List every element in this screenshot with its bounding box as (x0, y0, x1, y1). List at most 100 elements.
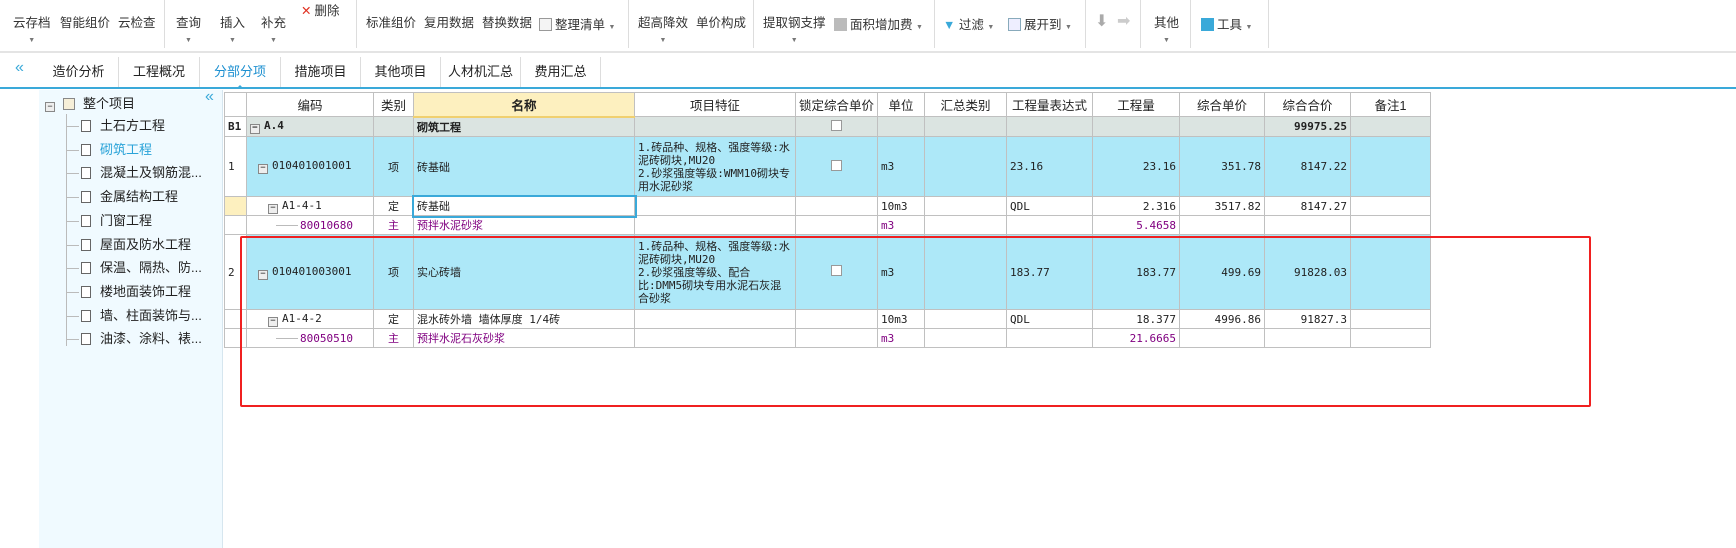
cell[interactable] (924, 116, 1008, 137)
lock-cell[interactable] (794, 309, 879, 329)
summary-type-cell[interactable] (924, 309, 1008, 329)
smart-price-button[interactable]: 智能组价 (60, 12, 110, 31)
quantity-cell[interactable]: 18.377 (1092, 309, 1181, 329)
remark-cell[interactable] (1350, 136, 1432, 197)
section-row[interactable]: B1− A.4 砌筑工程 99975.25 (224, 116, 1432, 137)
column-header[interactable]: 类别 (373, 92, 414, 117)
tools-button[interactable]: 工具 ▼ (1201, 14, 1252, 33)
tree-root[interactable]: − 整个项目 (45, 93, 135, 115)
column-header[interactable]: 编码 (246, 92, 374, 117)
column-header[interactable]: 备注1 (1350, 92, 1432, 117)
cloud-save-button[interactable]: 云存档 ▼ (13, 12, 51, 44)
remark-cell[interactable] (1350, 215, 1432, 235)
lock-cell[interactable] (794, 196, 879, 216)
type-cell[interactable]: 定 (373, 309, 414, 329)
area-fee-button[interactable]: 面积增加费 ▼ (834, 14, 923, 33)
lock-price-checkbox[interactable] (831, 265, 842, 276)
column-header[interactable]: 综合合价 (1264, 92, 1352, 117)
code-cell[interactable]: − A1-4-1 (246, 196, 374, 216)
column-header[interactable]: 单位 (877, 92, 926, 117)
unit-price-cell[interactable]: 3517.82 (1179, 196, 1266, 216)
tree-item[interactable]: 保温、隔热、防... (66, 257, 202, 279)
collapse-sidebar-icon[interactable]: « (205, 88, 214, 106)
tab-labor-material-summary[interactable]: 人材机汇总 (441, 57, 521, 87)
unit-cell[interactable]: m3 (877, 215, 926, 235)
column-header[interactable]: 综合单价 (1179, 92, 1266, 117)
total-price-cell[interactable]: 91828.03 (1264, 234, 1352, 310)
unit-cell[interactable]: m3 (877, 328, 926, 348)
cell[interactable] (1092, 116, 1181, 137)
total-price-cell[interactable] (1264, 215, 1352, 235)
collapse-left-icon[interactable]: « (15, 59, 24, 77)
collapse-node-icon[interactable]: − (268, 316, 278, 327)
feature-cell[interactable]: 1.砖品种、规格、强度等级:水泥砖砌块,MU20 2.砂浆强度等级、配合比:DM… (634, 234, 796, 310)
tree-item[interactable]: 楼地面装饰工程 (66, 281, 191, 303)
column-header[interactable]: 工程量 (1092, 92, 1181, 117)
collapse-node-icon[interactable]: − (268, 203, 278, 214)
unit-price-cell[interactable]: 499.69 (1179, 234, 1266, 310)
high-rise-reduction-button[interactable]: 超高降效 ▼ (638, 12, 688, 44)
unit-price-cell[interactable]: 4996.86 (1179, 309, 1266, 329)
feature-cell[interactable] (634, 196, 796, 216)
move-right-icon[interactable]: ➡ (1117, 11, 1130, 31)
cell[interactable] (877, 116, 926, 137)
column-header[interactable]: 项目特征 (634, 92, 796, 117)
delete-button[interactable]: ✕ 删除 (301, 0, 340, 19)
unit-price-cell[interactable] (1179, 215, 1266, 235)
tree-item[interactable]: 混凝土及钢筋混... (66, 162, 202, 184)
type-cell[interactable]: 主 (373, 215, 414, 235)
tree-item[interactable]: 屋面及防水工程 (66, 234, 191, 256)
material-row[interactable]: 80050510 主 预拌水泥石灰砂浆 m3 21.6665 (224, 328, 1432, 348)
column-header[interactable]: 汇总类别 (924, 92, 1008, 117)
code-cell[interactable]: 80050510 (246, 328, 374, 348)
quantity-expression-cell[interactable] (1006, 328, 1094, 348)
total-price-cell[interactable]: 91827.3 (1264, 309, 1352, 329)
cell[interactable] (1179, 116, 1266, 137)
tree-item[interactable]: 金属结构工程 (66, 186, 178, 208)
quantity-expression-cell[interactable]: QDL (1006, 196, 1094, 216)
type-cell[interactable] (373, 116, 414, 137)
total-price-cell[interactable] (1264, 328, 1352, 348)
type-cell[interactable]: 项 (373, 234, 414, 310)
collapse-node-icon[interactable]: − (258, 269, 268, 280)
code-cell[interactable]: − A1-4-2 (246, 309, 374, 329)
unit-cell[interactable]: 10m3 (877, 196, 926, 216)
lock-cell[interactable] (794, 116, 879, 137)
lock-cell[interactable] (794, 136, 879, 197)
unit-cell[interactable]: m3 (877, 234, 926, 310)
tree-item[interactable]: 土石方工程 (66, 115, 165, 137)
name-cell[interactable]: 实心砖墙 (413, 234, 635, 310)
insert-button[interactable]: 插入 ▼ (220, 12, 245, 44)
tab-other-items[interactable]: 其他项目 (361, 57, 441, 87)
type-cell[interactable]: 项 (373, 136, 414, 197)
tab-cost-analysis[interactable]: 造价分析 (39, 57, 119, 87)
name-cell[interactable]: 混水砖外墙 墙体厚度 1/4砖 (413, 309, 635, 329)
tree-item[interactable]: 砌筑工程 (66, 139, 152, 161)
tab-fee-summary[interactable]: 费用汇总 (521, 57, 601, 87)
tree-item[interactable]: 门窗工程 (66, 210, 152, 232)
code-cell[interactable]: −010401003001 (246, 234, 374, 310)
quota-row[interactable]: − A1-4-2 定 混水砖外墙 墙体厚度 1/4砖 10m3 QDL 18.377 4996… (224, 309, 1432, 329)
filter-button[interactable]: ▼ 过滤 ▼ (943, 14, 994, 33)
column-header[interactable]: 锁定综合单价 (794, 92, 879, 117)
bill-item-row[interactable]: 1 −010401001001 项 砖基础 1.砖品种、规格、强度等级:水泥砖砌块,MU… (224, 136, 1432, 197)
type-cell[interactable]: 定 (373, 196, 414, 216)
lock-cell[interactable] (794, 215, 879, 235)
quantity-expression-cell[interactable]: QDL (1006, 309, 1094, 329)
column-header[interactable]: 名称 (413, 92, 635, 118)
supplement-button[interactable]: 补充 ▼ (261, 12, 286, 44)
name-cell[interactable]: 预拌水泥石灰砂浆 (413, 328, 635, 348)
material-row[interactable]: 80010680 主 预拌水泥砂浆 m3 5.4658 (224, 215, 1432, 235)
name-cell[interactable]: 砌筑工程 (413, 116, 635, 137)
bill-item-row[interactable]: 2 −010401003001 项 实心砖墙 1.砖品种、规格、强度等级:水泥砖砌块,M… (224, 234, 1432, 310)
column-header[interactable]: 工程量表达式 (1006, 92, 1094, 117)
lock-price-checkbox[interactable] (831, 119, 842, 131)
code-cell[interactable]: − A.4 (246, 116, 374, 137)
quota-row[interactable]: − A1-4-1 定 砖基础 10m3 QDL 2.316 3517.82 8147.27 (224, 194, 1432, 218)
standard-price-button[interactable]: 标准组价 (366, 12, 416, 31)
collapse-node-icon[interactable]: − (258, 164, 268, 174)
expand-to-button[interactable]: 展开到 ▼ (1008, 14, 1072, 33)
reuse-data-button[interactable]: 复用数据 (424, 12, 474, 31)
feature-cell[interactable]: 1.砖品种、规格、强度等级:水泥砖砌块,MU20 2.砂浆强度等级:WMM10砌… (634, 136, 796, 197)
quantity-cell[interactable]: 2.316 (1092, 196, 1181, 216)
